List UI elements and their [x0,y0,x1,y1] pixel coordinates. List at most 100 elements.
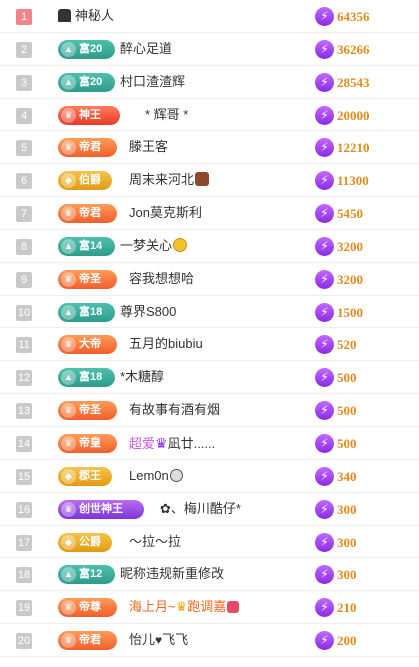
rank-number: 11 [16,337,32,354]
list-item[interactable]: 19 ♛ 帝尊 海上月~♛跑调嘉 ⚡ 210 [0,591,419,625]
lightning-icon: ⚡ [315,105,334,125]
rank-number: 8 [16,238,32,255]
crown-icon: ♛ [61,206,76,222]
triangle-icon: ▲ [61,304,76,320]
triangle-icon: ▲ [61,370,76,386]
list-item[interactable]: 10 ▲ 富18 尊界S800 ⚡ 1500 [0,296,419,329]
lightning-icon: ⚡ [315,598,334,618]
rank-number: 12 [16,370,32,387]
lightning-icon: ⚡ [315,302,334,322]
user-name[interactable]: *木糖醇 [120,361,164,393]
crown-icon: ♛ [175,599,188,615]
list-item[interactable]: 12 ▲ 富18 *木糖醇 ⚡ 500 [0,361,419,395]
rank-number: 1 [16,9,32,25]
level-badge: ♛ 帝君 [58,138,117,158]
smile-emoji-icon [173,237,188,252]
level-badge: ♛ 帝皇 [58,433,117,453]
ranking-list: 1 神秘人 ⚡ 64356 2 ▲ 富20 醉心足道 ⚡ 36266 3 ▲ 富20 村… [0,0,419,667]
rank-number: 6 [16,173,32,190]
list-item[interactable]: 18 ▲ 富12 昵称违规新重修改 ⚡ 300 [0,558,419,592]
user-name[interactable]: 海上月~♛跑调嘉 [129,591,240,623]
user-name[interactable]: ✿、梅川酷仔* [160,493,241,525]
person-emoji-icon [195,172,210,187]
user-name[interactable]: Lem0n [129,460,183,492]
rank-number: 19 [16,600,32,617]
crown-icon: ♛ [61,633,76,649]
list-item[interactable]: 14 ♛ 帝皇 超爱♛凪廿...... ⚡ 500 [0,427,419,460]
lightning-icon: ⚡ [315,204,334,224]
rank-number: 13 [16,403,32,420]
user-name[interactable]: 昵称违规新重修改 [120,558,224,590]
rank-number: 5 [16,140,32,157]
user-name[interactable]: 超爱♛凪廿...... [129,427,215,459]
shield-icon: ◆ [61,534,76,550]
list-item[interactable]: 8 ▲ 富14 一梦关心 ⚡ 3200 [0,230,419,263]
lightning-icon: ⚡ [315,532,334,552]
lightning-icon: ⚡ [315,401,334,421]
list-item[interactable]: 11 ♛ 大帝 五月的biubiu ⚡ 520 [0,328,419,362]
user-name[interactable]: 容我想想哈 [129,263,194,295]
list-item[interactable]: 17 ◆ 公爵 ～拉～拉 ⚡ 300 [0,526,419,559]
list-item[interactable]: 15 ◆ 郡王 Lem0n ⚡ 340 [0,460,419,493]
lightning-icon: ⚡ [315,7,334,26]
lightning-icon: ⚡ [315,631,334,651]
user-name[interactable]: 醉心足道 [120,33,172,65]
level-badge: ▲ 富18 [58,368,115,388]
crown-icon: ♛ [61,271,76,287]
lightning-icon: ⚡ [315,171,334,191]
crown-icon: ♛ [61,501,76,517]
mystery-user-icon [58,9,71,22]
user-name[interactable]: 神秘人 [58,0,114,32]
lightning-icon: ⚡ [315,565,334,585]
level-badge: ♛ 帝君 [58,631,117,651]
list-item[interactable]: 13 ♛ 帝圣 有故事有酒有烟 ⚡ 500 [0,394,419,427]
list-item[interactable]: 9 ♛ 帝圣 容我想想哈 ⚡ 3200 [0,263,419,296]
list-item[interactable]: 5 ♛ 帝君 滕王客 ⚡ 12210 [0,131,419,165]
level-badge: ♛ 帝君 [58,204,117,224]
user-name[interactable]: 有故事有酒有烟 [129,394,220,426]
rank-number: 14 [16,435,32,452]
triangle-icon: ▲ [61,567,76,583]
rank-number: 17 [16,534,32,551]
user-name[interactable]: Jon莫克斯利 [129,197,202,229]
list-item[interactable]: 7 ♛ 帝君 Jon莫克斯利 ⚡ 5450 [0,197,419,230]
user-name[interactable]: 尊界S800 [120,296,176,328]
user-name[interactable]: * 辉哥 * [145,99,188,131]
user-name[interactable]: 村口渣渣辉 [120,66,185,98]
level-badge: ♛ 帝尊 [58,598,117,618]
list-item[interactable]: 1 神秘人 ⚡ 64356 [0,0,419,33]
level-badge: ◆ 伯爵 [58,171,112,191]
rank-number: 3 [16,74,32,91]
list-item[interactable]: 16 ♛ 创世神王 ✿、梅川酷仔* ⚡ 300 [0,493,419,526]
lightning-icon: ⚡ [315,499,334,519]
lightning-icon: ⚡ [315,39,334,59]
user-name[interactable]: 怡儿♥飞飞 [129,624,188,656]
user-name[interactable]: 周末来河北 [129,164,210,196]
rank-number: 9 [16,271,32,288]
triangle-icon: ▲ [61,74,76,90]
level-badge: ▲ 富12 [58,565,115,585]
list-item[interactable]: 4 ♛ 神王 * 辉哥 * ⚡ 20000 [0,99,419,132]
triangle-icon: ▲ [61,238,76,254]
user-name[interactable]: 五月的biubiu [129,328,203,360]
lightning-icon: ⚡ [315,433,334,453]
level-badge: ♛ 神王 [58,105,120,125]
list-item[interactable]: 20 ♛ 帝君 怡儿♥飞飞 ⚡ 200 [0,624,419,657]
user-name[interactable]: ～拉～拉 [129,526,181,558]
lightning-icon: ⚡ [315,72,334,92]
list-item[interactable]: 6 ◆ 伯爵 周末来河北 ⚡ 11300 [0,164,419,198]
lightning-icon: ⚡ [315,269,334,289]
list-item[interactable]: 2 ▲ 富20 醉心足道 ⚡ 36266 [0,33,419,66]
crown-icon: ♛ [61,600,76,616]
rank-number: 16 [16,501,32,518]
list-item[interactable]: 3 ▲ 富20 村口渣渣辉 ⚡ 28543 [0,66,419,99]
shield-icon: ◆ [61,468,76,484]
lightning-icon: ⚡ [315,466,334,486]
rank-number: 20 [16,633,32,650]
level-badge: ♛ 帝圣 [58,401,117,421]
rank-number: 18 [16,567,32,584]
lightning-icon: ⚡ [315,368,334,388]
crown-icon: ♛ [155,434,168,451]
user-name[interactable]: 滕王客 [129,131,168,163]
user-name[interactable]: 一梦关心 [120,230,188,262]
